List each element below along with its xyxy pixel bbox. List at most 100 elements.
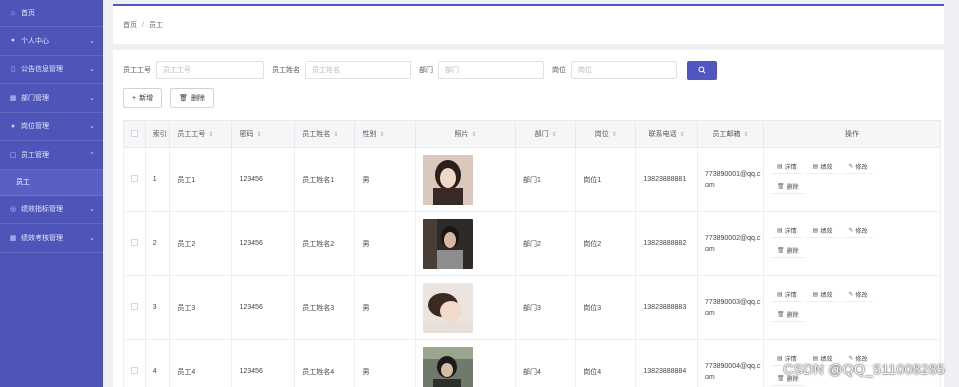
delete-button[interactable]: 🗑 删除 [770, 179, 805, 194]
sidebar-item-position[interactable]: ● 岗位管理 ⌄ [0, 113, 103, 141]
main-area: 首页 / 员工 员工工号 员工姓名 部门 岗位 [103, 0, 959, 387]
sort-icon[interactable]: ⇕ [743, 132, 748, 138]
col-phone[interactable]: 联系电话 ⇕ [635, 120, 698, 148]
email-text: 773890002@qq.com [704, 234, 761, 253]
detail-button[interactable]: ▤ 详情 [770, 159, 803, 174]
col-post[interactable]: 岗位 ⇕ [575, 120, 637, 148]
edit-button[interactable]: ✎ 修改 [842, 287, 874, 302]
row-checkbox-cell[interactable] [123, 275, 146, 340]
sidebar-item-kpi[interactable]: ◎ 绩效指标管理 ⌄ [0, 196, 103, 224]
sort-icon[interactable]: ⇕ [379, 132, 384, 138]
sort-icon[interactable]: ⇕ [333, 132, 338, 138]
sidebar-subitem-employee[interactable]: 员工 [0, 169, 103, 196]
edit-button[interactable]: ✎ 修改 [842, 159, 874, 174]
filter-post: 岗位 [552, 61, 677, 79]
watermark: CSDN @QQ_511008285 [783, 361, 945, 377]
email-text: 773890003@qq.com [704, 298, 761, 317]
emp-no-input[interactable] [156, 61, 264, 79]
row-checkbox-cell[interactable] [123, 339, 146, 387]
batch-delete-button[interactable]: 🗑 删除 [170, 88, 214, 108]
sidebar-item-label: 部门管理 [21, 94, 49, 102]
chevron-up-icon: ⌃ [89, 151, 95, 159]
breadcrumb-home[interactable]: 首页 [123, 22, 137, 29]
cell-index: 3 [144, 275, 171, 340]
cell-emp-name: 员工姓名4 [294, 339, 356, 387]
col-gender[interactable]: 性别 ⇕ [354, 120, 416, 148]
detail-button[interactable]: ▤ 详情 [770, 223, 803, 238]
employee-photo[interactable] [422, 154, 473, 205]
cell-post: 岗位4 [575, 339, 637, 387]
chevron-down-icon: ⌄ [89, 94, 95, 102]
performance-button[interactable]: ▤ 绩效 [806, 223, 839, 238]
col-emp-no[interactable]: 员工工号 ⇕ [169, 120, 233, 148]
target-icon: ◎ [9, 206, 17, 214]
row-checkbox[interactable] [131, 367, 138, 374]
select-all-checkbox-cell[interactable] [123, 120, 146, 148]
cell-emp-no: 员工3 [169, 275, 233, 340]
post-input[interactable] [571, 61, 677, 79]
emp-name-input[interactable] [305, 61, 411, 79]
search-filters: 员工工号 员工姓名 部门 岗位 [123, 60, 717, 80]
cell-password: 123456 [231, 275, 296, 340]
delete-button[interactable]: 🗑 删除 [770, 307, 805, 322]
employee-photo[interactable] [422, 282, 473, 333]
email-text: 773890004@qq.com [704, 362, 761, 381]
filter-label: 员工工号 [123, 67, 151, 74]
sort-icon[interactable]: ⇕ [552, 132, 557, 138]
add-button[interactable]: + 新增 [123, 88, 163, 108]
sidebar-item-personal-center[interactable]: ● 个人中心 ⌄ [0, 27, 103, 56]
col-email[interactable]: 员工邮箱 ⇕ [696, 120, 764, 148]
row-checkbox-cell[interactable] [123, 211, 146, 276]
table-row: 3 员工3 123456 员工姓名3 男 部门3 岗位3 13823888883… [123, 275, 942, 340]
cell-phone: 13823888884 [635, 339, 698, 387]
document-icon: ▤ [812, 163, 819, 170]
cell-gender: 男 [354, 147, 416, 212]
detail-button[interactable]: ▤ 详情 [770, 287, 803, 302]
cell-dept: 部门1 [515, 147, 577, 212]
cell-post: 岗位2 [575, 211, 637, 276]
sidebar-item-notice[interactable]: ▯ 公告信息管理 ⌄ [0, 56, 103, 84]
sort-icon[interactable]: ⇕ [612, 132, 617, 138]
edit-button[interactable]: ✎ 修改 [842, 223, 874, 238]
employee-photo[interactable] [422, 218, 473, 269]
performance-button[interactable]: ▤ 绩效 [806, 287, 839, 302]
delete-button[interactable]: 🗑 删除 [770, 243, 805, 258]
filter-label: 岗位 [552, 67, 566, 74]
sort-icon[interactable]: ⇕ [256, 132, 261, 138]
sort-icon[interactable]: ⇕ [471, 132, 476, 138]
sidebar-item-label: 绩效指标管理 [21, 206, 63, 214]
sidebar-item-employee[interactable]: ▢ 员工管理 ⌃ [0, 141, 103, 170]
row-checkbox[interactable] [131, 239, 138, 246]
sort-icon[interactable]: ⇕ [680, 132, 685, 138]
sidebar-item-department[interactable]: ▦ 部门管理 ⌄ [0, 84, 103, 113]
detail-label: 详情 [784, 292, 797, 299]
dept-input[interactable] [438, 61, 544, 79]
plus-icon: + [132, 94, 137, 102]
sidebar-item-evaluation[interactable]: ▦ 绩效考核管理 ⌄ [0, 224, 103, 253]
table-header-row: 索引 员工工号 ⇕ 密码 ⇕ 员工姓名 ⇕ 性别 ⇕ 照片 ⇕ 部门 ⇕ 岗位 ⇕ 联系电话 ⇕… [123, 120, 942, 148]
row-checkbox[interactable] [131, 175, 138, 182]
sidebar-item-label: 绩效考核管理 [21, 234, 63, 242]
detail-label: 详情 [784, 164, 797, 171]
col-index: 索引 [144, 120, 171, 148]
breadcrumb-current: 员工 [148, 22, 163, 29]
col-dept[interactable]: 部门 ⇕ [515, 120, 577, 148]
col-password[interactable]: 密码 ⇕ [231, 120, 296, 148]
performance-button[interactable]: ▤ 绩效 [806, 159, 839, 174]
row-checkbox[interactable] [131, 303, 138, 310]
search-button[interactable] [687, 60, 717, 80]
sort-icon[interactable]: ⇕ [208, 132, 213, 138]
employee-photo[interactable] [422, 346, 473, 387]
cell-dept: 部门4 [515, 339, 577, 387]
position-icon: ● [10, 122, 16, 130]
col-emp-name[interactable]: 员工姓名 ⇕ [294, 120, 356, 148]
document-icon: ▤ [776, 355, 783, 362]
cell-password: 123456 [231, 211, 296, 276]
cell-gender: 男 [354, 339, 416, 387]
col-photo[interactable]: 照片 ⇕ [414, 120, 517, 148]
sidebar-item-label: 个人中心 [21, 37, 49, 45]
sidebar-item-home[interactable]: ⌂ 首页 [0, 0, 103, 27]
add-button-label: 新增 [139, 95, 154, 102]
row-checkbox-cell[interactable] [123, 147, 146, 212]
select-all-checkbox[interactable] [130, 129, 138, 137]
